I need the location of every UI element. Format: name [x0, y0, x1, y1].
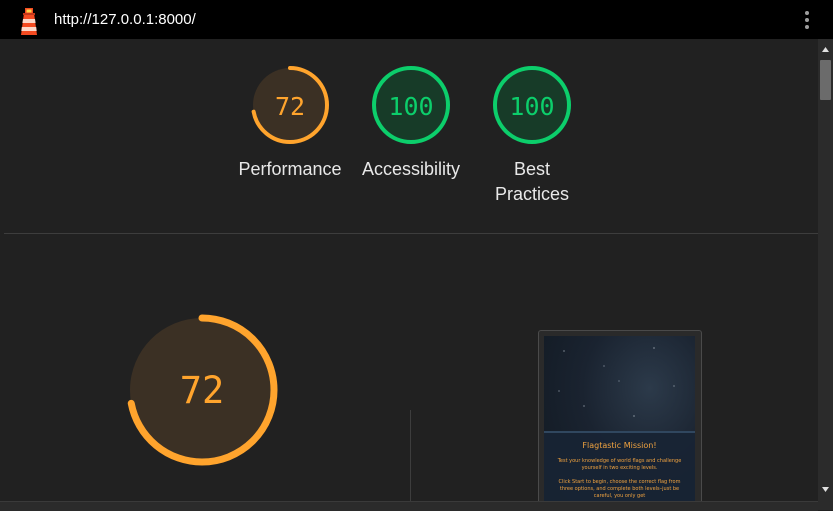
- gauge-performance[interactable]: 72: [249, 64, 331, 146]
- starfield-background: [544, 336, 695, 431]
- screenshot-title: Flagtastic Mission!: [582, 441, 657, 450]
- gauge-label-performance: Performance: [238, 159, 342, 179]
- scrollbar-thumb[interactable]: [820, 60, 831, 100]
- lighthouse-icon: [16, 6, 42, 36]
- address-url[interactable]: http://127.0.0.1:8000/: [54, 11, 196, 28]
- gauge-score: 100: [509, 92, 554, 121]
- column-divider: [410, 410, 411, 501]
- gauge-performance-large: 72: [126, 314, 278, 466]
- vertical-scrollbar[interactable]: [818, 39, 833, 501]
- gauge-accessibility[interactable]: 100: [370, 64, 452, 146]
- gauge-label-best-practices: Best Practices: [494, 159, 570, 204]
- final-screenshot[interactable]: Flagtastic Mission! Test your knowledge …: [538, 330, 702, 501]
- more-vert-icon[interactable]: [798, 8, 816, 34]
- gauge-best-practices[interactable]: 100: [491, 64, 573, 146]
- section-divider: [4, 233, 818, 234]
- screenshot-image: Flagtastic Mission! Test your knowledge …: [544, 336, 695, 501]
- screenshot-text-2: Click Start to begin, choose the correct…: [558, 479, 681, 499]
- report-content: 72 Performance 100 Accessibility 100 Bes…: [4, 39, 818, 501]
- screenshot-text-1: Test your knowledge of world flags and c…: [557, 458, 682, 471]
- browser-bar: http://127.0.0.1:8000/: [0, 0, 833, 39]
- scrollbar-corner: [818, 501, 833, 510]
- gauge-score: 72: [180, 369, 225, 412]
- scroll-down-icon[interactable]: [818, 482, 833, 497]
- gauge-score: 72: [275, 92, 305, 121]
- scroll-up-icon[interactable]: [818, 42, 833, 57]
- gauge-label-accessibility: Accessibility: [361, 159, 461, 179]
- gauge-score: 100: [388, 92, 433, 121]
